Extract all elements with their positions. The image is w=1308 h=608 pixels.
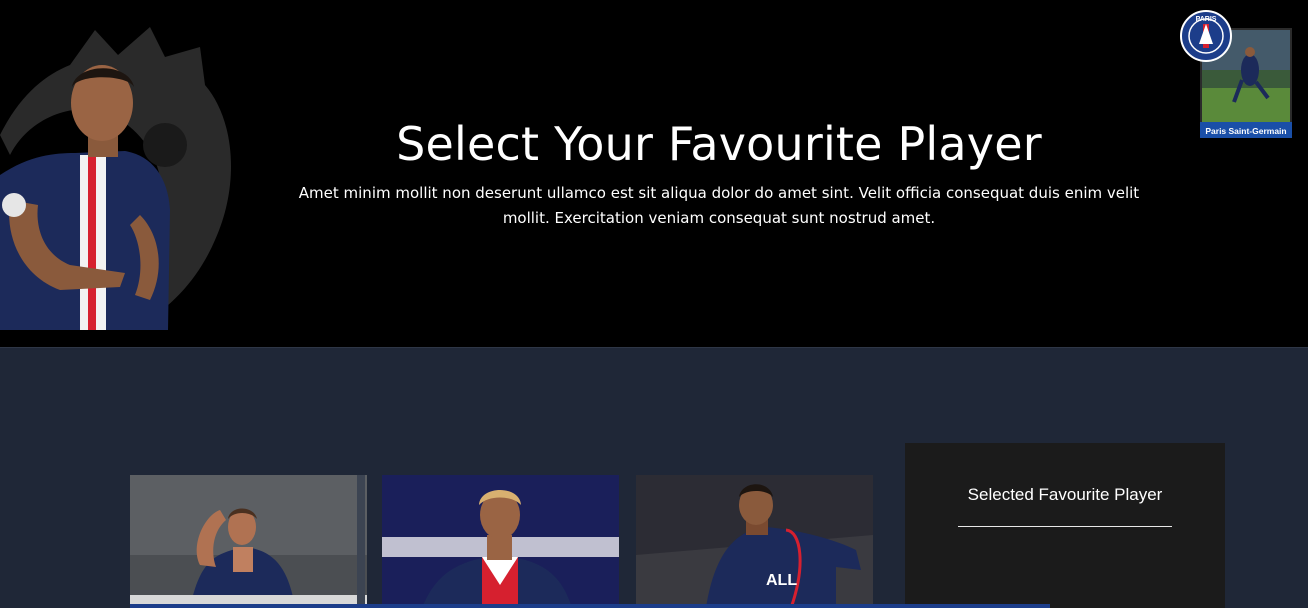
bottom-accent-strip [130,604,1050,608]
card-scrollbar[interactable] [357,475,365,608]
page-title: Select Your Favourite Player [396,117,1042,171]
selected-panel-title: Selected Favourite Player [967,485,1163,504]
club-thumbnail[interactable]: Paris Saint-Germain PARIS [1176,10,1298,142]
player-card-3[interactable]: ALL [636,475,873,608]
hero-banner: Select Your Favourite Player Amet minim … [0,0,1308,348]
player-photo-2 [382,475,619,608]
selected-player-panel: Selected Favourite Player [905,443,1225,608]
player-card-2[interactable] [382,475,619,608]
psg-badge-icon: PARIS [1180,10,1232,62]
player-selection-area: ALL Selected Favourite Player [0,348,1308,608]
player-photo-3: ALL [636,475,873,608]
svg-text:ALL: ALL [766,572,797,589]
player-photo-1 [130,475,367,608]
player-card-1[interactable] [130,475,367,608]
club-caption: Paris Saint-Germain [1205,126,1286,136]
hero-player-image [0,27,232,330]
panel-divider [958,526,1172,527]
badge-text: PARIS [1196,16,1217,23]
page-description: Amet minim mollit non deserunt ullamco e… [298,184,1140,227]
